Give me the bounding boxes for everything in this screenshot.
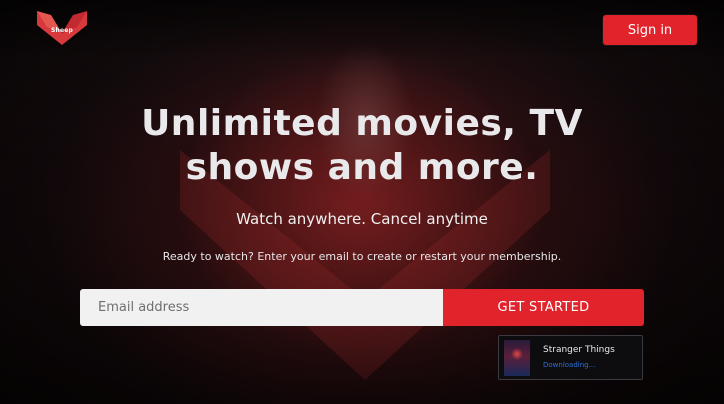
download-toast[interactable]: Stranger Things Downloading... bbox=[498, 335, 643, 380]
sign-in-button[interactable]: Sign in bbox=[603, 15, 697, 45]
email-prompt: Ready to watch? Enter your email to crea… bbox=[162, 250, 562, 263]
logo-wordmark: Sheep bbox=[50, 27, 74, 34]
hero-subheadline: Watch anywhere. Cancel anytime bbox=[236, 210, 488, 228]
hero-headline-line1: Unlimited movies, TV bbox=[141, 103, 583, 144]
download-title: Stranger Things bbox=[543, 345, 615, 355]
hero-headline-line2: shows and more. bbox=[185, 147, 539, 188]
landing-screen: Sheep Sign in Unlimited movies, TV shows… bbox=[0, 0, 724, 404]
poster-thumbnail bbox=[504, 340, 530, 376]
hero-headline: Unlimited movies, TV shows and more. bbox=[100, 102, 624, 190]
get-started-button[interactable]: GET STARTED bbox=[443, 289, 644, 326]
download-status: Downloading... bbox=[543, 361, 596, 369]
email-input[interactable] bbox=[80, 289, 443, 326]
